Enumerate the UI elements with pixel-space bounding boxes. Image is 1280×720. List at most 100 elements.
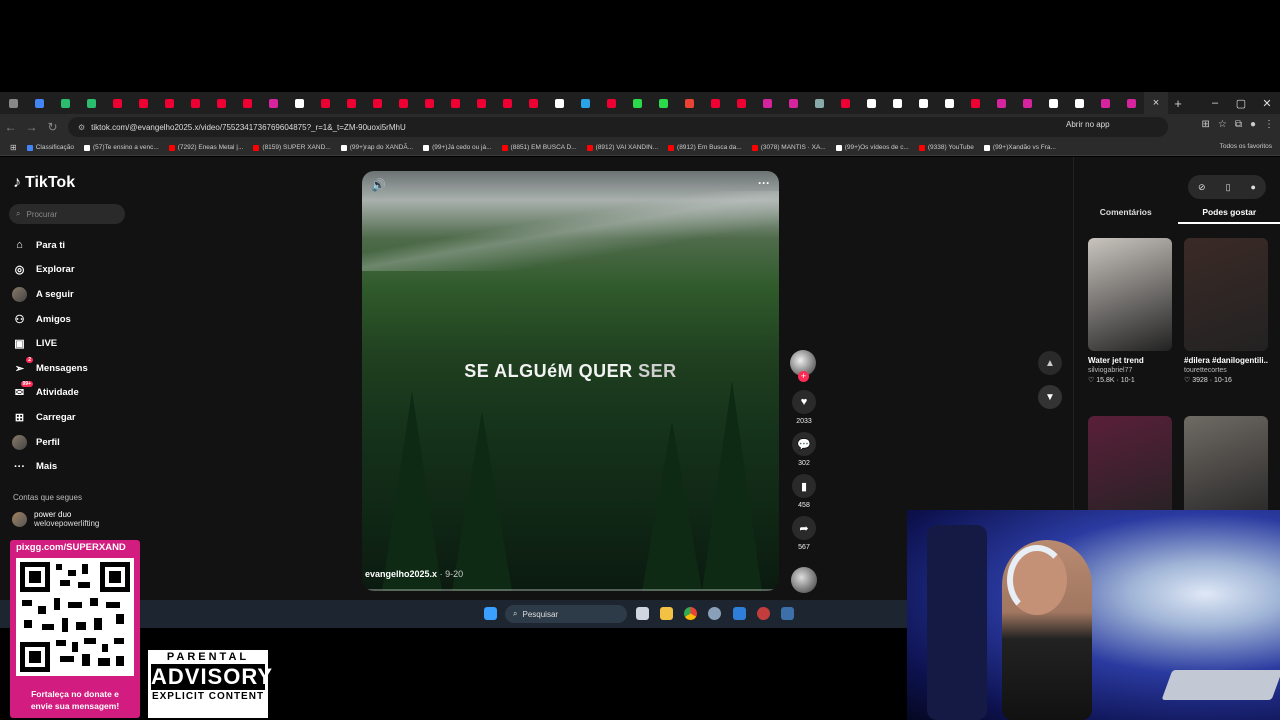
chevron-up-icon[interactable]: ▲ [1038, 351, 1062, 375]
browser-tab[interactable] [988, 92, 1014, 114]
tab-comments[interactable]: Comentários [1074, 207, 1178, 224]
sidebar-item-amigos[interactable]: ⚇ Amigos [12, 307, 152, 332]
save-action[interactable]: ▮ 458 [790, 474, 818, 509]
sidebar-item-atividade[interactable]: ✉ 99+ Atividade [12, 381, 152, 406]
suggested-video-card[interactable]: Water jet trend silviogabriel77 ♡ 15.8K · … [1088, 238, 1172, 384]
browser-tab[interactable] [0, 92, 26, 114]
suggested-video-card[interactable]: #dilera #danilogentili... tourettecortes ♡… [1184, 238, 1268, 384]
all-favorites[interactable]: Todos os favoritos [1220, 143, 1272, 150]
card-username[interactable]: tourettecortes [1184, 367, 1268, 374]
sidebar-item-carregar[interactable]: ⊞ Carregar [12, 405, 152, 430]
video-thumbnail[interactable] [1184, 238, 1268, 351]
reload-icon[interactable]: ↻ [42, 120, 63, 134]
sidebar-item-mais[interactable]: ··· Mais [12, 454, 152, 479]
tiktok-logo[interactable]: ♪ TikTok [13, 174, 75, 192]
site-info-icon[interactable]: ⚙ [78, 123, 85, 132]
browser-tab[interactable] [156, 92, 182, 114]
browser-tab[interactable] [936, 92, 962, 114]
bookmark-item[interactable]: (7292) Eneas Metal |... [168, 144, 243, 151]
browser-tab[interactable] [572, 92, 598, 114]
device-icon[interactable]: ▯ [1226, 182, 1231, 193]
browser-tab[interactable] [598, 92, 624, 114]
browser-tab[interactable] [650, 92, 676, 114]
browser-tab[interactable] [1066, 92, 1092, 114]
maximize-button[interactable]: ▢ [1228, 97, 1254, 110]
browser-tab[interactable] [702, 92, 728, 114]
browser-tab[interactable] [104, 92, 130, 114]
browser-tab[interactable] [390, 92, 416, 114]
following-item[interactable]: power duo welovepowerlifting [12, 510, 99, 528]
comment-icon[interactable]: 💬 [792, 432, 816, 456]
browser-tab[interactable] [468, 92, 494, 114]
open-app-button[interactable]: Abrir no app [1066, 120, 1110, 129]
new-tab-button[interactable]: + [1168, 96, 1188, 111]
music-disc-icon[interactable] [791, 567, 817, 593]
sidebar-item-perfil[interactable]: Perfil [12, 430, 152, 455]
back-icon[interactable]: ← [0, 120, 21, 134]
bookmark-item[interactable]: (8159) SUPER XAND... [253, 144, 331, 151]
url-field[interactable]: ⚙ tiktok.com/@evangelho2025.x/video/7552… [68, 117, 1168, 137]
browser-tab[interactable] [858, 92, 884, 114]
bookmark-item[interactable]: (99+)Xandão vs Fra... [983, 144, 1056, 151]
star-icon[interactable]: ☆ [1218, 119, 1227, 130]
sidebar-item-live[interactable]: ▣ LIVE [12, 331, 152, 356]
video-thumbnail[interactable] [1088, 238, 1172, 351]
browser-tab[interactable] [832, 92, 858, 114]
chrome-icon[interactable] [684, 607, 697, 620]
browser-tab[interactable] [1014, 92, 1040, 114]
browser-tab[interactable] [442, 92, 468, 114]
tab-you-may-like[interactable]: Podes gostar [1177, 207, 1280, 224]
windows-start-icon[interactable] [484, 607, 497, 620]
browser-tab[interactable] [182, 92, 208, 114]
share-action[interactable]: ➦ 567 [790, 516, 818, 551]
browser-tab[interactable] [234, 92, 260, 114]
browser-tab[interactable] [26, 92, 52, 114]
bookmark-item[interactable]: (8912) Em Busca da... [668, 144, 742, 151]
forward-icon[interactable]: → [21, 120, 42, 134]
task-view-icon[interactable] [636, 607, 649, 620]
browser-tab[interactable] [338, 92, 364, 114]
video-author[interactable]: evangelho2025.x · 9-20 [365, 569, 463, 579]
video-player[interactable]: 🔊 ··· SE ALGUéM QUER SER evangelho2025.x… [362, 171, 779, 591]
extension-icon[interactable]: ⧉ [1235, 119, 1242, 130]
active-tab-close-icon[interactable]: × [1144, 92, 1168, 114]
browser-tab[interactable] [130, 92, 156, 114]
browser-tab[interactable] [1040, 92, 1066, 114]
apps-icon[interactable]: ⊞ [10, 143, 17, 152]
file-explorer-icon[interactable] [660, 607, 673, 620]
bookmark-item[interactable]: (99+)rap do XANDÃ... [340, 144, 413, 151]
browser-tab[interactable] [754, 92, 780, 114]
browser-tab[interactable] [1118, 92, 1144, 114]
chevron-down-icon[interactable]: ▼ [1038, 385, 1062, 409]
browser-tab[interactable] [520, 92, 546, 114]
video-progress[interactable] [362, 589, 779, 591]
browser-tab[interactable] [52, 92, 78, 114]
avatar[interactable]: ● [1251, 182, 1256, 192]
sidebar-item-mensagens[interactable]: ➢ 2 Mensagens [12, 356, 152, 381]
browser-tab[interactable] [546, 92, 572, 114]
bookmark-item[interactable]: (8912) VAI XANDIN... [586, 144, 658, 151]
volume-icon[interactable]: 🔊 [371, 178, 386, 192]
browser-tab[interactable] [962, 92, 988, 114]
browser-tab[interactable] [1092, 92, 1118, 114]
more-options-icon[interactable]: ··· [758, 176, 770, 190]
search-input[interactable]: ⌕ Procurar [9, 204, 125, 224]
bookmark-item[interactable]: (99+)Os vídeos de c... [835, 144, 909, 151]
browser-tab[interactable] [676, 92, 702, 114]
settings-icon[interactable] [708, 607, 721, 620]
coin-icon[interactable]: ⊘ [1198, 182, 1206, 193]
bookmark-icon[interactable]: ▮ [792, 474, 816, 498]
browser-tab[interactable] [728, 92, 754, 114]
follow-plus-icon[interactable]: + [798, 371, 809, 382]
app-icon[interactable] [757, 607, 770, 620]
browser-tab[interactable] [624, 92, 650, 114]
profile-icon[interactable]: ● [1250, 119, 1256, 130]
bookmark-item[interactable]: Classificação [26, 144, 74, 151]
bookmark-item[interactable]: (99+)Já cedo ou já... [423, 144, 492, 151]
sidebar-item-explorar[interactable]: ◎ Explorar [12, 258, 152, 283]
like-action[interactable]: ♥ 2033 [790, 390, 818, 425]
bookmark-item[interactable]: (57)Te ensino a venc... [84, 144, 159, 151]
bookmark-item[interactable]: (9338) YouTube [918, 144, 974, 151]
browser-tab[interactable] [286, 92, 312, 114]
browser-tab[interactable] [208, 92, 234, 114]
